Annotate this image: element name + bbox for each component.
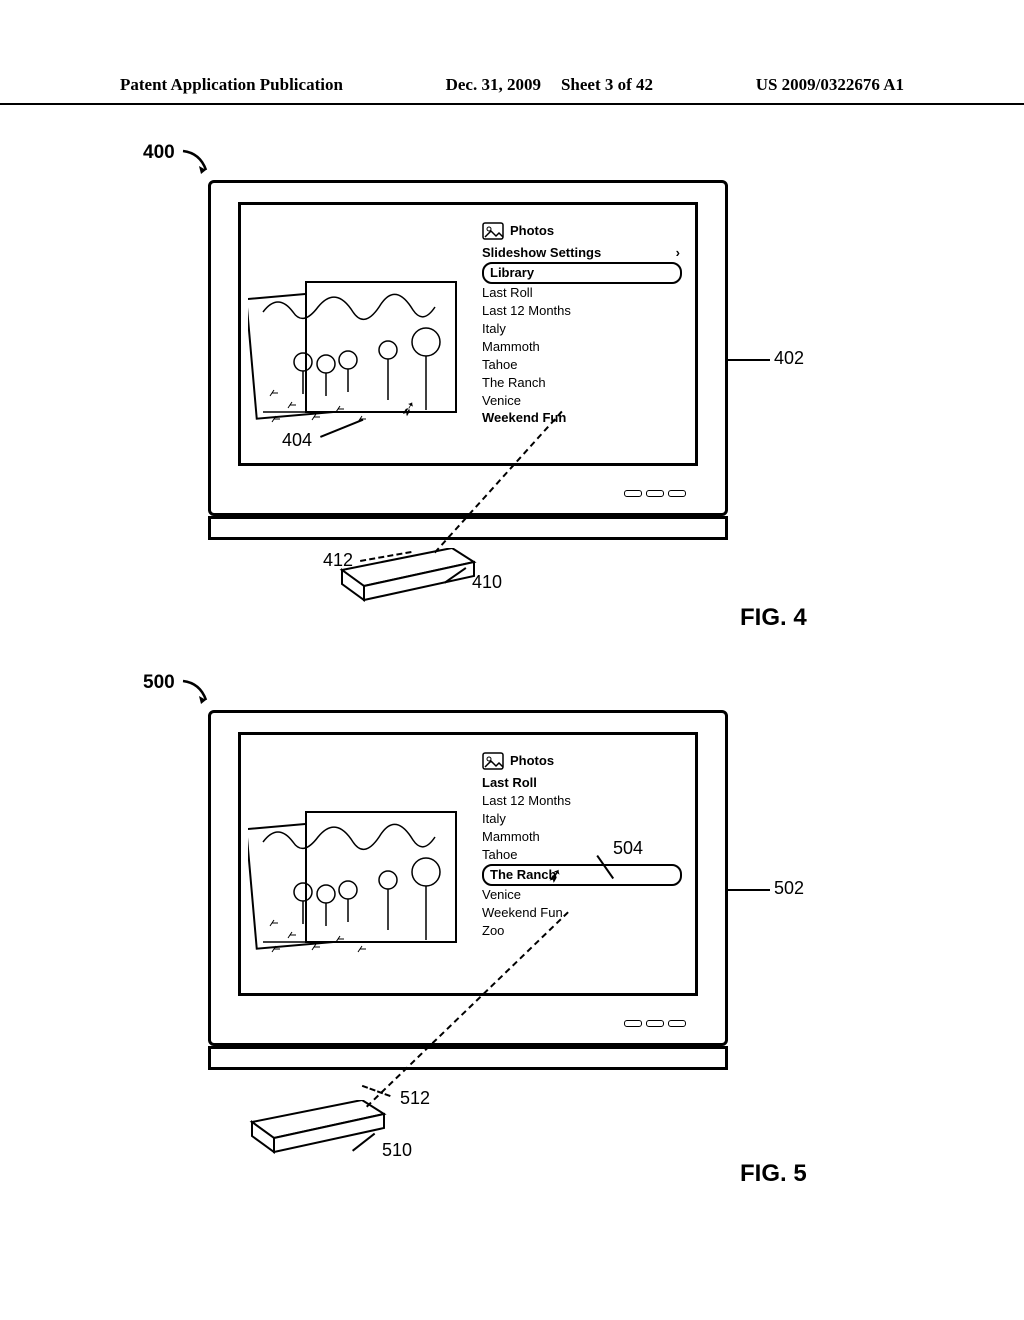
ref-512: 512 bbox=[400, 1088, 430, 1109]
photo-thumbnails bbox=[248, 272, 468, 452]
menu-item-venice[interactable]: Venice bbox=[482, 392, 682, 410]
menu-item-zoo[interactable]: Zoo bbox=[482, 922, 682, 940]
tv-button-icon bbox=[646, 1020, 664, 1027]
menu-title: Photos bbox=[482, 222, 682, 240]
figure-4: 400 402 ➶ 404 Photos bbox=[0, 140, 1024, 660]
photo-thumbnails bbox=[248, 802, 468, 982]
photos-icon bbox=[482, 222, 504, 240]
menu-item-mammoth[interactable]: Mammoth bbox=[482, 828, 682, 846]
tv-button-icon bbox=[668, 490, 686, 497]
figure-5-label: FIG. 5 bbox=[740, 1160, 807, 1188]
figure-4-label: FIG. 4 bbox=[740, 604, 807, 632]
menu-item-weekend-fun[interactable]: Weekend Fun bbox=[482, 904, 682, 922]
menu-item-the-ranch[interactable]: The Ranch bbox=[482, 374, 682, 392]
menu-title-text: Photos bbox=[510, 222, 554, 240]
menu-selection-library[interactable]: Library bbox=[482, 262, 682, 284]
photos-icon bbox=[482, 752, 504, 770]
remote-control bbox=[232, 1100, 392, 1158]
header-left: Patent Application Publication bbox=[120, 75, 343, 95]
menu-item-last-roll[interactable]: Last Roll bbox=[482, 774, 682, 792]
ref-402: 402 bbox=[774, 348, 804, 369]
tv-button-icon bbox=[668, 1020, 686, 1027]
header-pubno: US 2009/0322676 A1 bbox=[756, 75, 904, 95]
ref-400-arrow bbox=[180, 148, 214, 178]
menu-item-italy[interactable]: Italy bbox=[482, 320, 682, 338]
tv-buttons bbox=[624, 1020, 686, 1027]
header-date: Dec. 31, 2009 bbox=[446, 75, 541, 95]
menu-item-label: Library bbox=[490, 264, 534, 282]
menu-title-text: Photos bbox=[510, 752, 554, 770]
lead-line bbox=[728, 359, 770, 361]
ref-500-arrow bbox=[180, 678, 214, 708]
chevron-right-icon: › bbox=[676, 244, 680, 262]
ref-500: 500 bbox=[143, 672, 175, 694]
ref-504: 504 bbox=[613, 838, 643, 859]
ref-404: 404 bbox=[282, 430, 312, 451]
menu-item-last-roll[interactable]: Last Roll bbox=[482, 284, 682, 302]
menu-item-last-12-months[interactable]: Last 12 Months bbox=[482, 792, 682, 810]
ref-412: 412 bbox=[323, 550, 353, 571]
menu-item-mammoth[interactable]: Mammoth bbox=[482, 338, 682, 356]
tv-button-icon bbox=[624, 490, 642, 497]
display-stand bbox=[208, 1046, 728, 1070]
display-stand bbox=[208, 516, 728, 540]
page-header: Patent Application Publication Dec. 31, … bbox=[0, 75, 1024, 105]
photos-menu: Photos Last RollLast 12 MonthsItalyMammo… bbox=[482, 752, 682, 939]
lead-line bbox=[728, 889, 770, 891]
ref-410: 410 bbox=[472, 572, 502, 593]
menu-title: Photos bbox=[482, 752, 682, 770]
menu-item-last-12-months[interactable]: Last 12 Months bbox=[482, 302, 682, 320]
header-sheet: Sheet 3 of 42 bbox=[561, 75, 653, 95]
tv-buttons bbox=[624, 490, 686, 497]
menu-item-label: Slideshow Settings bbox=[482, 244, 601, 262]
ref-502: 502 bbox=[774, 878, 804, 899]
tv-button-icon bbox=[624, 1020, 642, 1027]
slideshow-settings-item[interactable]: Slideshow Settings › bbox=[482, 244, 682, 262]
ref-400: 400 bbox=[143, 142, 175, 164]
ref-510: 510 bbox=[382, 1140, 412, 1161]
photos-menu: Photos Slideshow Settings › Library Last… bbox=[482, 222, 682, 427]
menu-selection-ranch[interactable]: The Ranch ➶ bbox=[482, 864, 682, 886]
tv-button-icon bbox=[646, 490, 664, 497]
menu-item-tahoe[interactable]: Tahoe bbox=[482, 356, 682, 374]
figure-5: 500 502 Photos Last RollLast 12 MonthsIt… bbox=[0, 670, 1024, 1230]
cursor-icon: ➶ bbox=[545, 862, 565, 888]
menu-item-venice[interactable]: Venice bbox=[482, 886, 682, 904]
menu-item-tahoe[interactable]: Tahoe bbox=[482, 846, 682, 864]
menu-item-italy[interactable]: Italy bbox=[482, 810, 682, 828]
menu-item-weekend-fun[interactable]: Weekend Fun bbox=[482, 409, 682, 427]
